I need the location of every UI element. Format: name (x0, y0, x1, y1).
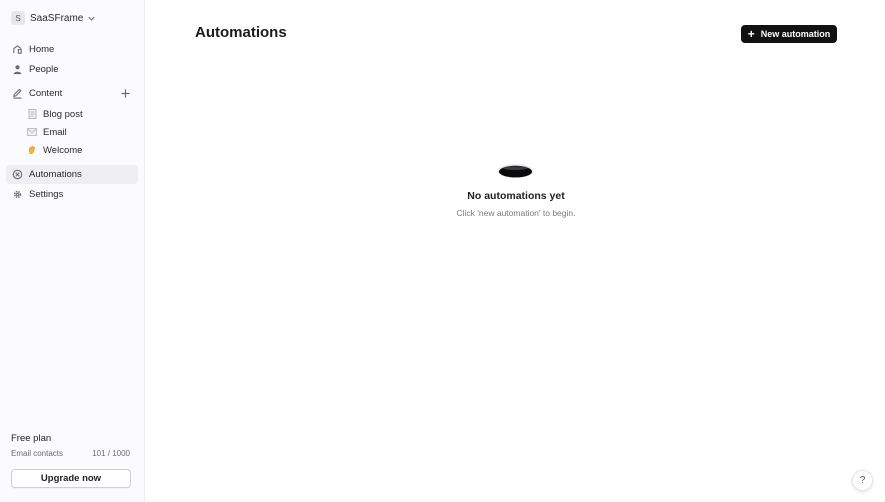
automation-icon (12, 169, 23, 180)
person-icon (12, 64, 23, 75)
sidebar-item-automations[interactable]: Automations (6, 165, 138, 184)
empty-state-subtitle: Click 'new automation' to begin. (456, 208, 576, 218)
gear-icon (12, 189, 23, 200)
sidebar-item-label: Settings (29, 189, 64, 200)
help-button[interactable]: ? (852, 470, 873, 491)
document-icon (27, 109, 37, 119)
plus-icon: + (747, 27, 755, 41)
content-item-blog-post[interactable]: Blog post (27, 106, 83, 122)
waving-hand-icon (27, 145, 37, 155)
contacts-label: Email contacts (11, 449, 64, 458)
sidebar-item-people[interactable]: People (6, 60, 138, 79)
plus-icon[interactable] (120, 88, 131, 99)
chevron-down-icon (88, 16, 95, 21)
sidebar-item-label: Automations (29, 169, 82, 180)
page-title: Automations (195, 24, 287, 41)
empty-state-hole-icon (497, 164, 534, 178)
empty-state-title: No automations yet (467, 190, 565, 202)
content-item-label: Blog post (43, 108, 83, 120)
sidebar-item-label: Content (29, 88, 63, 99)
content-item-label: Email (43, 126, 67, 138)
content-item-label: Welcome (43, 144, 83, 156)
sidebar-item-home[interactable]: Home (6, 40, 138, 59)
plan-name: Free plan (11, 433, 52, 444)
new-automation-button[interactable]: + New automation (741, 25, 837, 43)
home-icon (12, 44, 23, 55)
content-item-welcome[interactable]: Welcome (27, 142, 82, 158)
sidebar: S SaaSFrame Home People Content Blog pos… (0, 0, 145, 502)
sidebar-item-label: Home (29, 44, 55, 55)
content-item-email[interactable]: Email (27, 124, 67, 140)
workspace-avatar: S (11, 11, 25, 25)
sidebar-item-label: People (29, 64, 59, 75)
pencil-icon (12, 88, 23, 99)
upgrade-button[interactable]: Upgrade now (11, 469, 131, 488)
new-automation-label: New automation (760, 29, 831, 39)
contacts-count: 101 / 1000 (92, 449, 130, 458)
workspace-name: SaaSFrame (30, 12, 84, 24)
envelope-icon (27, 127, 37, 137)
workspace-switcher[interactable]: S SaaSFrame (11, 10, 96, 26)
sidebar-item-content[interactable]: Content (6, 84, 138, 103)
sidebar-item-settings[interactable]: Settings (6, 185, 138, 204)
